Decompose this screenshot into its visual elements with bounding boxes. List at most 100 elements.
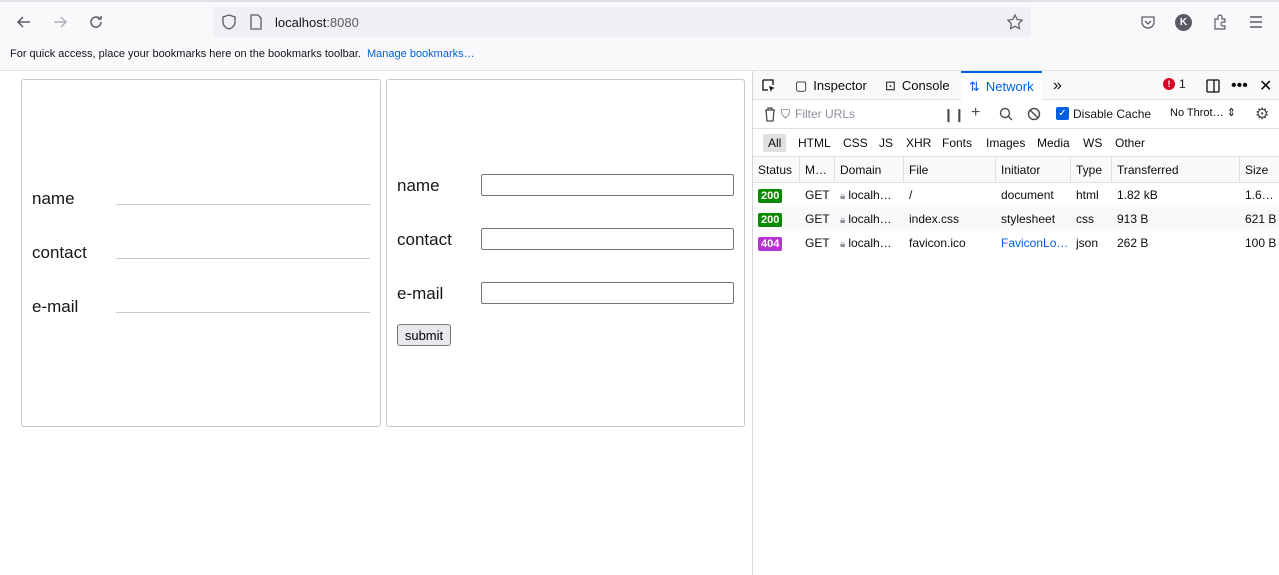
cell-initiator[interactable]: FaviconLo… (996, 231, 1071, 255)
add-icon[interactable]: + (971, 104, 980, 122)
right-contact-row: contact (397, 228, 737, 252)
cell-size: 100 B (1245, 236, 1277, 250)
throttling-select[interactable]: No Throt… ⇕ (1170, 106, 1236, 119)
filter-icon: ⛉ (781, 107, 791, 121)
initiator-link[interactable]: FaviconLo… (1001, 236, 1068, 250)
browser-toolbar: localhost:8080 K (0, 0, 1279, 44)
account-avatar[interactable]: K (1175, 14, 1192, 31)
block-icon[interactable] (1027, 107, 1041, 124)
right-contact-label: contact (397, 230, 452, 249)
error-counter[interactable]: ! 1 (1163, 77, 1186, 91)
col-domain[interactable]: Domain (835, 157, 904, 183)
left-name-row: name (32, 187, 372, 211)
page-content: name contact e-mail name contact e-mail … (0, 71, 752, 575)
cell-type: css (1076, 212, 1094, 226)
pocket-button[interactable] (1136, 10, 1160, 34)
cell-status: 200 (753, 207, 800, 231)
left-contact-field[interactable] (116, 258, 370, 259)
left-name-field[interactable] (116, 204, 370, 205)
col-initiator[interactable]: Initiator (996, 157, 1071, 183)
cell-domain: 🔒︎ localh… (835, 183, 904, 207)
pause-icon[interactable]: ❙❙ (943, 107, 965, 123)
settings-gear-icon[interactable]: ⚙ (1255, 104, 1269, 124)
menu-button[interactable] (1244, 10, 1268, 34)
right-email-row: e-mail (397, 282, 737, 306)
left-email-field[interactable] (116, 312, 370, 313)
devtools-panel: ▢ Inspector ⊡ Console ⇅ Network » ! 1 ••… (752, 71, 1279, 575)
type-filter-xhr[interactable]: XHR (901, 134, 936, 152)
cell-initiator: document (1001, 188, 1054, 202)
tab-console[interactable]: ⊡ Console (885, 71, 950, 100)
col-transferred[interactable]: Transferred (1112, 157, 1240, 183)
col-status[interactable]: Status (753, 157, 800, 183)
type-filter-all[interactable]: All (763, 134, 787, 152)
type-filter-css[interactable]: CSS (838, 134, 873, 152)
type-filter-images[interactable]: Images (981, 134, 1030, 152)
forward-arrow-icon (54, 16, 68, 28)
cell-method: GET (805, 212, 830, 226)
type-filter-fonts[interactable]: Fonts (937, 134, 977, 152)
inspector-icon: ▢ (795, 77, 808, 93)
tab-console-label: Console (901, 78, 950, 93)
dock-options-button[interactable] (1205, 71, 1221, 100)
tab-inspector-label: Inspector (813, 78, 867, 93)
error-count: 1 (1179, 77, 1186, 91)
col-type[interactable]: Type (1071, 157, 1112, 183)
left-form-panel: name contact e-mail (21, 79, 381, 427)
url-host: localhost (275, 15, 327, 30)
cell-size: 621 B (1245, 212, 1277, 226)
close-devtools-button[interactable]: ✕ (1259, 71, 1272, 100)
submit-button[interactable]: submit (397, 324, 451, 346)
devtools-menu-button[interactable]: ••• (1231, 71, 1248, 100)
col-file[interactable]: File (904, 157, 996, 183)
filter-urls-input[interactable]: Filter URLs (795, 107, 855, 121)
puzzle-icon (1214, 14, 1226, 30)
domain-text: localh… (848, 188, 892, 202)
contact-input[interactable] (481, 228, 734, 250)
element-picker-button[interactable] (761, 71, 777, 100)
trash-icon[interactable] (763, 107, 777, 125)
lock-icon: 🔒︎ (840, 191, 846, 202)
col-size[interactable]: Size (1240, 157, 1279, 183)
tab-inspector[interactable]: ▢ Inspector (795, 71, 867, 100)
type-filter-media[interactable]: Media (1032, 134, 1075, 152)
more-tabs-button[interactable]: » (1053, 71, 1062, 100)
cell-domain: 🔒︎ localh… (835, 207, 904, 231)
status-badge: 404 (758, 237, 783, 251)
tab-network[interactable]: ⇅ Network (961, 71, 1042, 100)
cell-status: 200 (753, 183, 800, 207)
domain-text: localh… (848, 236, 892, 250)
search-icon[interactable] (999, 107, 1013, 124)
name-input[interactable] (481, 174, 734, 196)
type-filter-html[interactable]: HTML (793, 134, 836, 152)
type-filter-other[interactable]: Other (1110, 134, 1150, 152)
back-button[interactable] (12, 10, 36, 34)
cell-file: index.css (909, 212, 960, 226)
right-name-label: name (397, 176, 440, 195)
bookmarks-message: For quick access, place your bookmarks h… (10, 48, 361, 60)
reload-icon (90, 16, 102, 28)
error-icon: ! (1163, 78, 1175, 90)
back-arrow-icon (16, 16, 30, 28)
left-email-row: e-mail (32, 295, 372, 319)
bookmark-star-icon[interactable] (1007, 14, 1023, 30)
left-email-label: e-mail (32, 297, 79, 316)
network-icon: ⇅ (969, 78, 980, 94)
table-row[interactable]: 404 GET 🔒︎ localh… favicon.ico FaviconLo…… (753, 231, 1279, 255)
reload-button[interactable] (84, 10, 108, 34)
request-type-filters: All HTML CSS JS XHR Fonts Images Media W… (753, 129, 1279, 157)
manage-bookmarks-link[interactable]: Manage bookmarks… (367, 48, 475, 60)
lock-icon: 🔒︎ (840, 215, 846, 226)
forward-button[interactable] (48, 10, 72, 34)
type-filter-ws[interactable]: WS (1078, 134, 1107, 152)
url-bar[interactable]: localhost:8080 (213, 7, 1031, 37)
console-icon: ⊡ (885, 77, 896, 93)
type-filter-js[interactable]: JS (874, 134, 898, 152)
extensions-button[interactable] (1208, 10, 1232, 34)
email-input[interactable] (481, 282, 734, 304)
hamburger-icon (1250, 16, 1262, 28)
table-row[interactable]: 200 GET 🔒︎ localh… index.css stylesheet c… (753, 207, 1279, 231)
table-row[interactable]: 200 GET 🔒︎ localh… / document html 1.82 k… (753, 183, 1279, 207)
disable-cache-checkbox[interactable]: ✓ (1056, 107, 1069, 120)
col-method[interactable]: M… (800, 157, 835, 183)
